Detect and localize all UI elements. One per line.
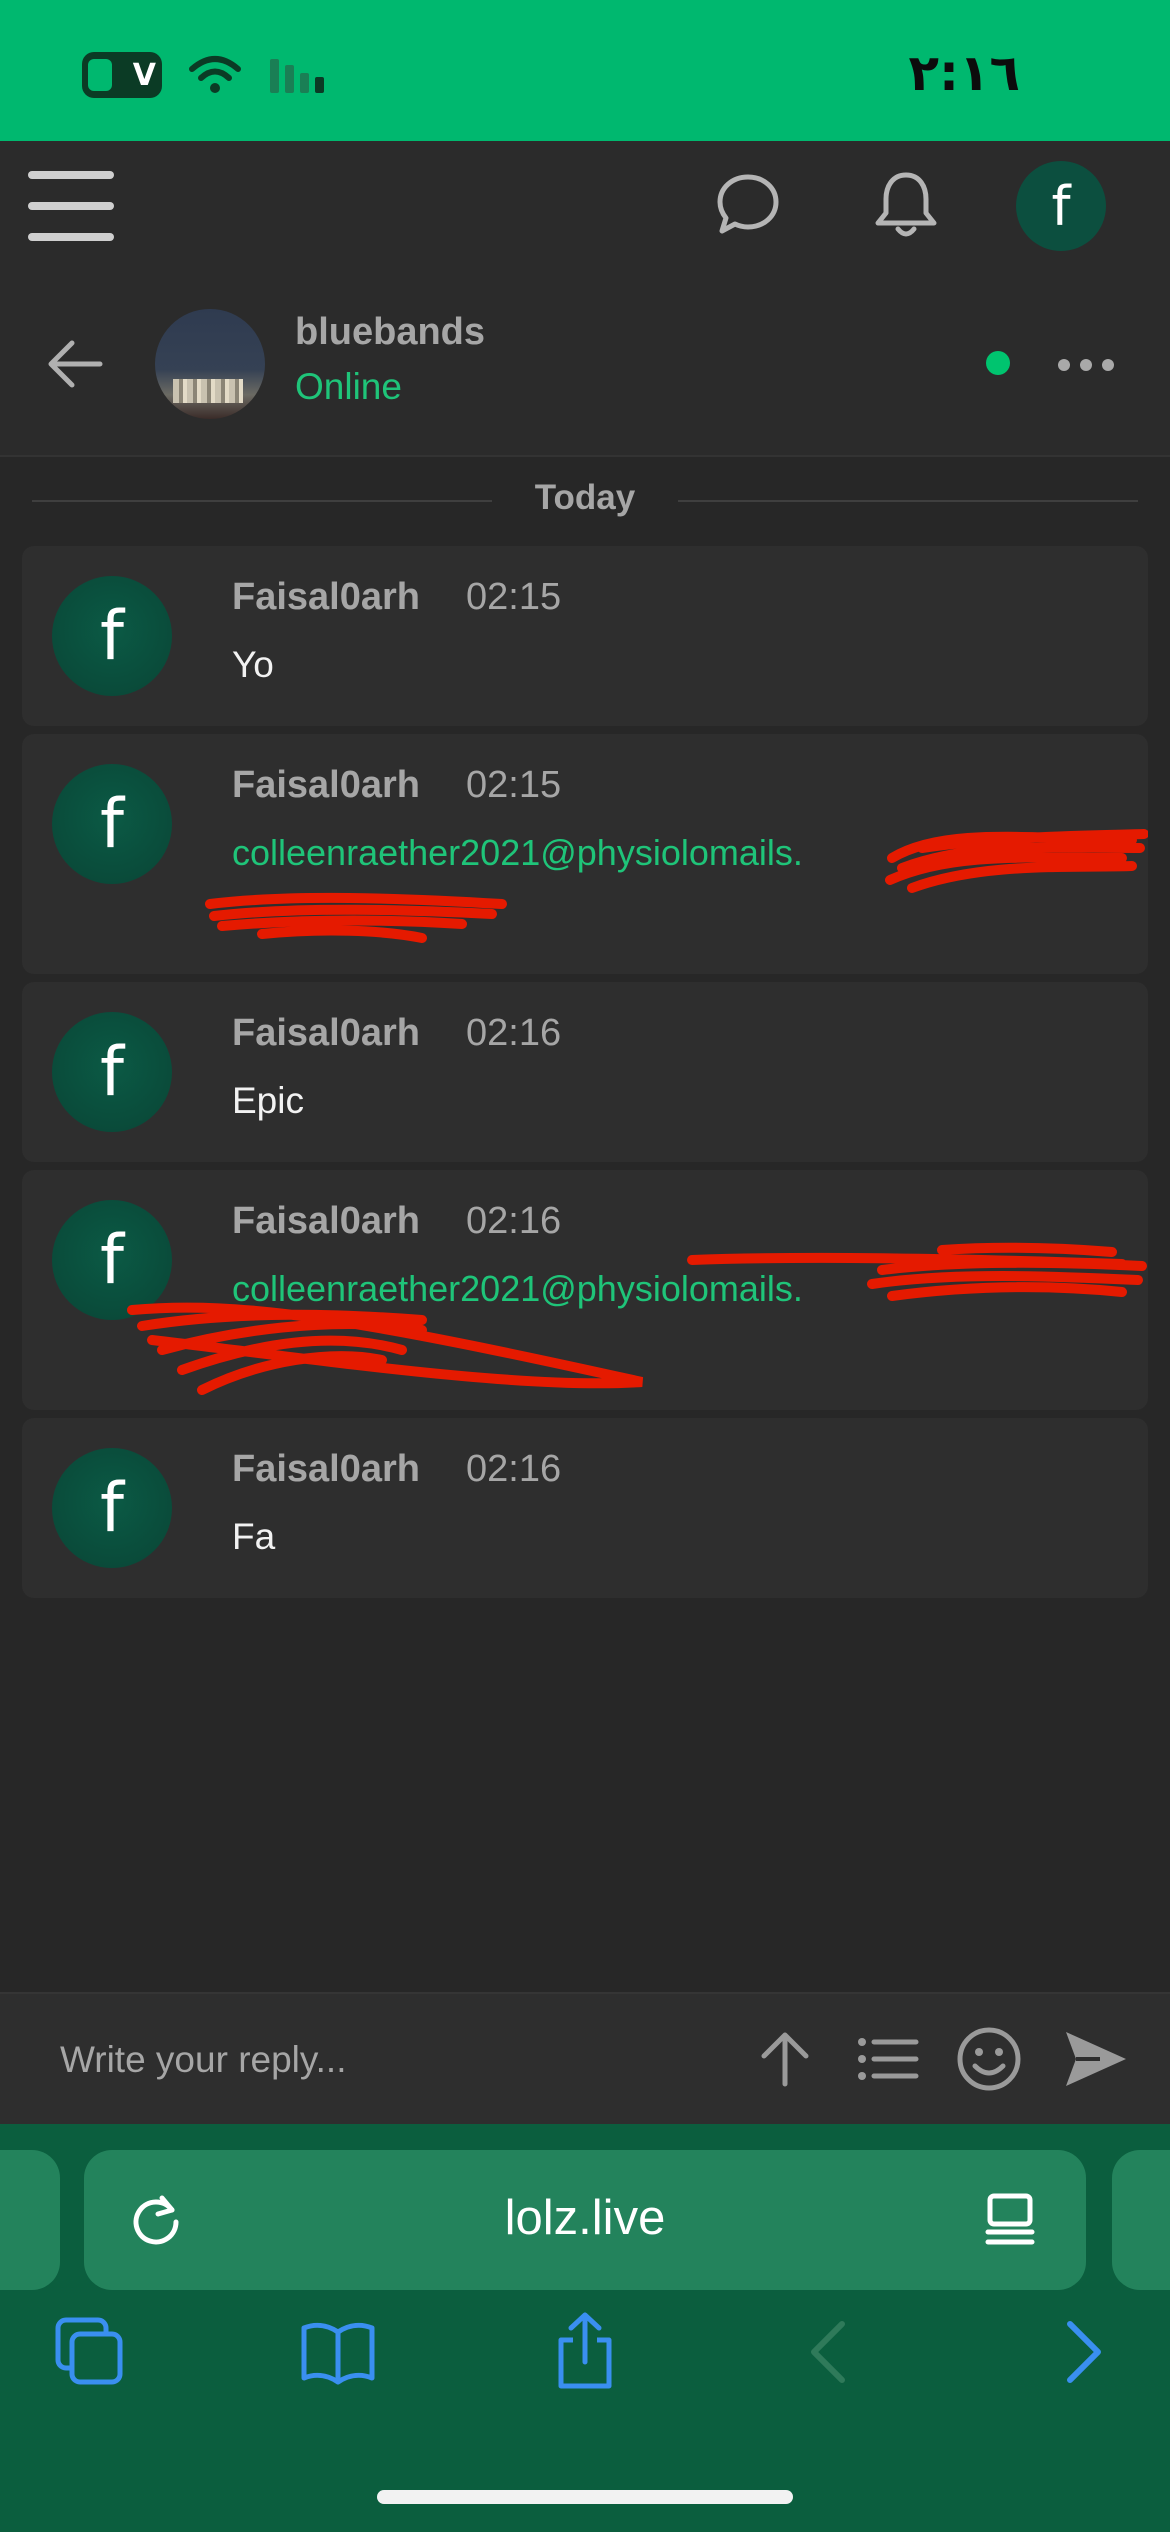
message-time: 02:15 xyxy=(466,764,562,806)
menu-icon[interactable] xyxy=(28,171,114,241)
next-tab[interactable] xyxy=(1112,2150,1170,2290)
browser-toolbar: lolz.live xyxy=(0,2124,1170,2532)
message-time: 02:16 xyxy=(466,1448,562,1490)
bell-icon[interactable] xyxy=(868,167,944,243)
message-time: 02:16 xyxy=(466,1012,562,1054)
message-avatar[interactable]: f xyxy=(52,576,172,696)
online-indicator xyxy=(986,351,1010,375)
list-icon[interactable] xyxy=(852,2024,922,2094)
bookmarks-icon[interactable] xyxy=(296,2310,380,2394)
reader-icon[interactable] xyxy=(978,2188,1042,2252)
contact-name[interactable]: bluebands xyxy=(295,311,485,354)
back-chevron-icon[interactable] xyxy=(790,2310,874,2394)
message-time: 02:15 xyxy=(466,576,562,618)
wifi-icon xyxy=(189,56,241,93)
message-item: f Faisal0arh 02:16 Fa xyxy=(22,1418,1148,1598)
previous-tab[interactable] xyxy=(0,2150,60,2290)
message-time: 02:16 xyxy=(466,1200,562,1242)
message-text: Epic xyxy=(232,1080,304,1121)
forward-chevron-icon[interactable] xyxy=(1040,2310,1124,2394)
contact-status: Online xyxy=(295,366,402,407)
message-item: f Faisal0arh 02:15 colleenraether2021@ph… xyxy=(22,734,1148,974)
date-divider-label: Today xyxy=(534,478,636,517)
message-email-link[interactable]: colleenraether2021@physiolomails. xyxy=(232,832,803,874)
smiley-icon[interactable] xyxy=(954,2024,1024,2094)
status-time: ٢:١٦ xyxy=(908,44,1020,102)
message-avatar[interactable]: f xyxy=(52,1012,172,1132)
share-icon[interactable] xyxy=(543,2310,627,2394)
message-author[interactable]: Faisal0arh xyxy=(232,1012,420,1055)
redaction-scribble xyxy=(205,892,507,943)
url-text[interactable]: lolz.live xyxy=(84,2190,1086,2246)
message-text: Yo xyxy=(232,644,274,685)
date-divider: Today xyxy=(32,476,1138,526)
chat-bubble-icon[interactable] xyxy=(710,167,786,243)
message-author[interactable]: Faisal0arh xyxy=(232,764,420,807)
send-icon[interactable] xyxy=(1060,2024,1130,2094)
conversation-header: bluebands Online xyxy=(0,271,1170,457)
message-item: f Faisal0arh 02:16 colleenraether2021@ph… xyxy=(22,1170,1148,1410)
upload-arrow-icon[interactable] xyxy=(750,2024,820,2094)
message-author[interactable]: Faisal0arh xyxy=(232,1200,420,1243)
home-indicator[interactable] xyxy=(377,2490,793,2504)
message-avatar[interactable]: f xyxy=(52,1448,172,1568)
reply-input[interactable] xyxy=(60,2034,680,2086)
message-item: f Faisal0arh 02:16 Epic xyxy=(22,982,1148,1162)
tabs-icon[interactable] xyxy=(48,2310,132,2394)
message-author[interactable]: Faisal0arh xyxy=(232,1448,420,1491)
redaction-scribble xyxy=(127,1302,644,1395)
redaction-scribble xyxy=(885,829,1148,893)
reply-bar xyxy=(0,1992,1170,2124)
status-bar: V ٢:١٦ xyxy=(0,0,1170,141)
user-avatar[interactable]: f xyxy=(1016,161,1106,251)
message-author[interactable]: Faisal0arh xyxy=(232,576,420,619)
message-avatar[interactable]: f xyxy=(52,764,172,884)
status-icons: V xyxy=(82,52,332,98)
message-text: Fa xyxy=(232,1516,276,1557)
app-header: f xyxy=(0,141,1170,271)
redaction-scribble xyxy=(687,1242,1147,1301)
battery-label: V xyxy=(132,57,156,93)
url-bar[interactable]: lolz.live xyxy=(84,2150,1086,2290)
message-item: f Faisal0arh 02:15 Yo xyxy=(22,546,1148,726)
back-arrow-icon[interactable] xyxy=(42,331,108,397)
battery-icon: V xyxy=(82,52,162,98)
more-dots-icon[interactable] xyxy=(1058,359,1114,371)
signal-icon xyxy=(270,59,324,93)
contact-avatar[interactable] xyxy=(155,309,265,419)
